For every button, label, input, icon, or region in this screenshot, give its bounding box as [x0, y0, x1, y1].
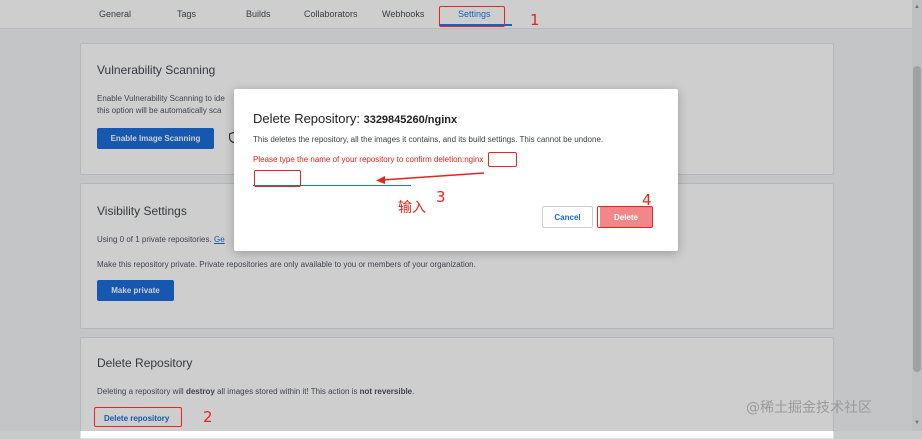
- confirm-instruction-text: Please type the name of your repository …: [253, 155, 465, 164]
- delete-repository-button-highlight: [94, 407, 182, 427]
- annotation-step-3: 3: [436, 188, 446, 206]
- delete-button-highlight: [597, 206, 653, 228]
- watermark: @稀土掘金技术社区: [746, 400, 872, 416]
- dialog-title: Delete Repository: 3329845260/nginx: [253, 111, 457, 126]
- input-highlight: [254, 170, 301, 187]
- confirm-instruction: Please type the name of your repository …: [253, 155, 483, 164]
- dialog-title-text: Delete Repository:: [253, 111, 360, 126]
- annotation-input-hint: 输入: [398, 200, 426, 216]
- annotation-step-1: 1: [530, 11, 540, 29]
- confirm-repo-name: nginx: [464, 155, 484, 164]
- settings-tab-highlight: [439, 6, 505, 27]
- arrow-icon: [376, 172, 485, 184]
- dialog-repo-name: 3329845260/nginx: [363, 114, 458, 126]
- dialog-description: This deletes the repository, all the ima…: [253, 135, 604, 144]
- annotation-step-4: 4: [642, 191, 652, 209]
- cancel-button[interactable]: Cancel: [542, 206, 593, 228]
- repo-name-highlight: [488, 152, 517, 167]
- annotation-step-2: 2: [203, 408, 213, 426]
